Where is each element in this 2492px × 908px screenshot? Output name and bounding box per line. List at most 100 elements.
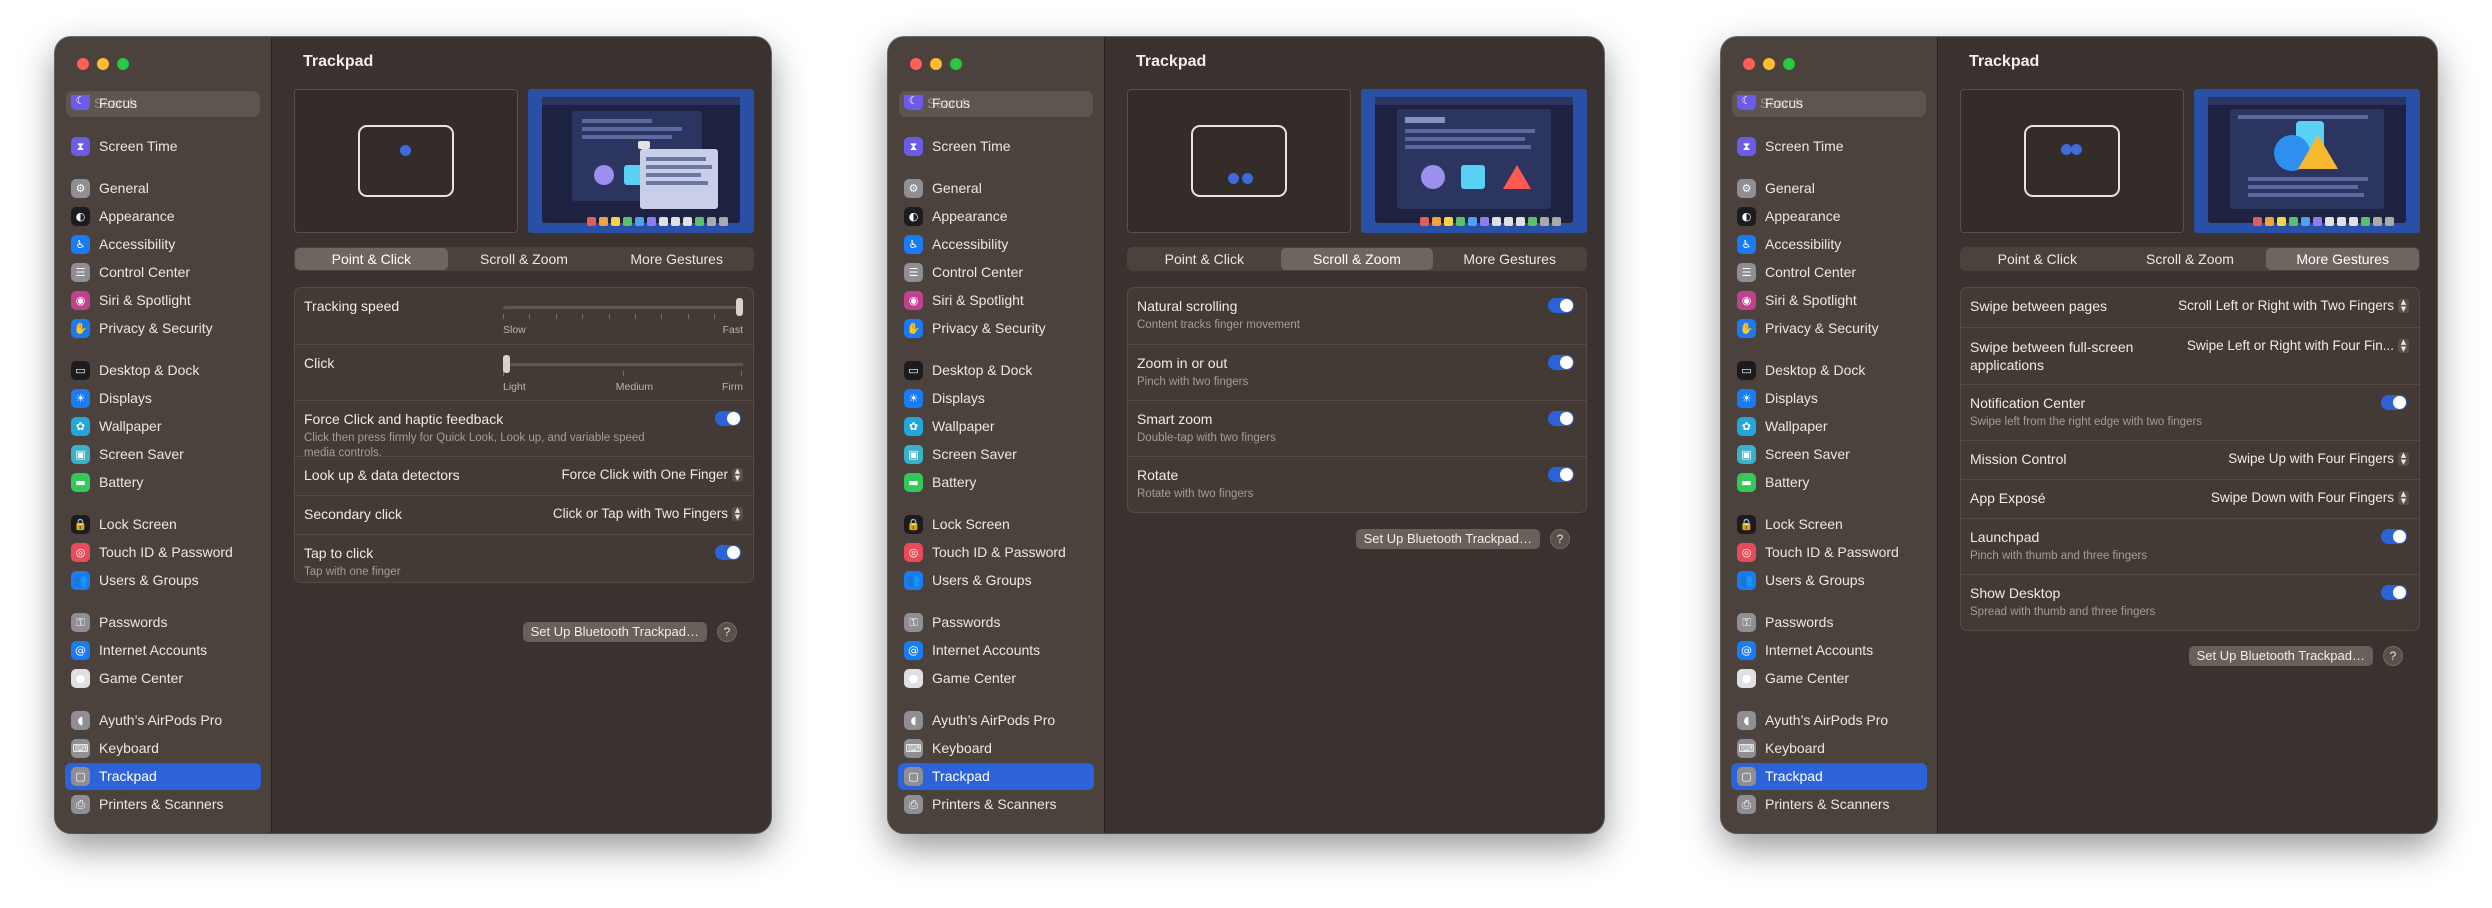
sidebar-item-trackpad[interactable]: ▢ Trackpad (65, 763, 261, 790)
sidebar-item-keyboard[interactable]: ⌨ Keyboard (65, 735, 261, 762)
sidebar-item-appearance[interactable]: ◐ Appearance (65, 203, 261, 230)
tab-more-gestures[interactable]: More Gestures (600, 248, 753, 270)
app-expose-popup[interactable]: Swipe Down with Four Fingers ▲ ▼ (2211, 489, 2409, 507)
tracking-speed-slider[interactable]: Slow Fast (503, 298, 743, 336)
swipe-apps-popup[interactable]: Swipe Left or Right with Four Fin... ▲ ▼ (2187, 337, 2409, 355)
sidebar-item-general[interactable]: ⚙ General (898, 175, 1094, 202)
minimize-button[interactable] (1763, 58, 1775, 70)
sidebar-item-passwords[interactable]: ⚿ Passwords (898, 609, 1094, 636)
sidebar-item-wallpaper[interactable]: ✿ Wallpaper (898, 413, 1094, 440)
click-knob[interactable] (503, 355, 510, 373)
tab-scroll-zoom[interactable]: Scroll & Zoom (448, 248, 601, 270)
sidebar-item-general[interactable]: ⚙ General (65, 175, 261, 202)
sidebar-item-keyboard[interactable]: ⌨ Keyboard (1731, 735, 1927, 762)
close-button[interactable] (77, 58, 89, 70)
close-button[interactable] (1743, 58, 1755, 70)
notification-center-toggle[interactable] (2381, 395, 2407, 410)
sidebar-item-accessibility[interactable]: ♿ Accessibility (898, 231, 1094, 258)
tap-to-click-toggle[interactable] (715, 545, 741, 560)
mission-control-popup[interactable]: Swipe Up with Four Fingers ▲ ▼ (2228, 450, 2409, 468)
lookup-popup[interactable]: Force Click with One Finger ▲ ▼ (561, 466, 743, 484)
tab-scroll-zoom[interactable]: Scroll & Zoom (1280, 248, 1434, 270)
swipe-pages-popup[interactable]: Scroll Left or Right with Two Fingers ▲ ▼ (2178, 297, 2409, 315)
sidebar-item-desktop-dock[interactable]: ▭ Desktop & Dock (898, 357, 1094, 384)
smart-zoom-toggle[interactable] (1548, 411, 1574, 426)
sidebar-item-users-groups[interactable]: 👥 Users & Groups (898, 567, 1094, 594)
help-button[interactable]: ? (717, 622, 737, 642)
sidebar-item-internet-accounts[interactable]: @ Internet Accounts (1731, 637, 1927, 664)
sidebar-item-trackpad[interactable]: ▢ Trackpad (1731, 763, 1927, 790)
help-button[interactable]: ? (2383, 646, 2403, 666)
rotate-toggle[interactable] (1548, 467, 1574, 482)
sidebar-item-battery[interactable]: ▬ Battery (898, 469, 1094, 496)
secondary-click-popup[interactable]: Click or Tap with Two Fingers ▲ ▼ (553, 505, 743, 523)
sidebar-item-battery[interactable]: ▬ Battery (1731, 469, 1927, 496)
sidebar-item-desktop-dock[interactable]: ▭ Desktop & Dock (1731, 357, 1927, 384)
zoom-toggle[interactable] (1548, 355, 1574, 370)
tab-point-click[interactable]: Point & Click (295, 248, 448, 270)
sidebar-item-game-center[interactable]: ● Game Center (898, 665, 1094, 692)
sidebar-item-general[interactable]: ⚙ General (1731, 175, 1927, 202)
sidebar-item-printers-scanners[interactable]: ⎙ Printers & Scanners (898, 791, 1094, 818)
minimize-button[interactable] (97, 58, 109, 70)
sidebar-item-control-center[interactable]: ☰ Control Center (65, 259, 261, 286)
sidebar-item-focus[interactable]: ☾ Focus (898, 95, 1094, 111)
sidebar-item-screen-time[interactable]: ⧗ Screen Time (898, 133, 1094, 160)
sidebar-item-screen-time[interactable]: ⧗ Screen Time (1731, 133, 1927, 160)
sidebar-item-appearance[interactable]: ◐ Appearance (898, 203, 1094, 230)
sidebar-item-appearance[interactable]: ◐ Appearance (1731, 203, 1927, 230)
sidebar-item-accessibility[interactable]: ♿ Accessibility (65, 231, 261, 258)
sidebar-item-displays[interactable]: ☀ Displays (1731, 385, 1927, 412)
sidebar-item-lock-screen[interactable]: 🔒 Lock Screen (65, 511, 261, 538)
sidebar-item-printers-scanners[interactable]: ⎙ Printers & Scanners (65, 791, 261, 818)
zoom-button[interactable] (1783, 58, 1795, 70)
sidebar-item-users-groups[interactable]: 👥 Users & Groups (65, 567, 261, 594)
sidebar-item-focus[interactable]: ☾ Focus (1731, 95, 1927, 111)
sidebar-item-screen-saver[interactable]: ▣ Screen Saver (65, 441, 261, 468)
sidebar-item-siri-spotlight[interactable]: ◉ Siri & Spotlight (65, 287, 261, 314)
sidebar-item-touch-id-password[interactable]: ◎ Touch ID & Password (65, 539, 261, 566)
sidebar-item-internet-accounts[interactable]: @ Internet Accounts (898, 637, 1094, 664)
sidebar-item-control-center[interactable]: ☰ Control Center (898, 259, 1094, 286)
sidebar-item-printers-scanners[interactable]: ⎙ Printers & Scanners (1731, 791, 1927, 818)
sidebar-item-control-center[interactable]: ☰ Control Center (1731, 259, 1927, 286)
sidebar-item-siri-spotlight[interactable]: ◉ Siri & Spotlight (898, 287, 1094, 314)
sidebar-item-lock-screen[interactable]: 🔒 Lock Screen (898, 511, 1094, 538)
sidebar-item-displays[interactable]: ☀ Displays (898, 385, 1094, 412)
sidebar-item-keyboard[interactable]: ⌨ Keyboard (898, 735, 1094, 762)
natural-scrolling-toggle[interactable] (1548, 298, 1574, 313)
tab-more-gestures[interactable]: More Gestures (1433, 248, 1586, 270)
sidebar-item-touch-id-password[interactable]: ◎ Touch ID & Password (1731, 539, 1927, 566)
tab-more-gestures[interactable]: More Gestures (2266, 248, 2420, 270)
setup-bluetooth-trackpad-button[interactable]: Set Up Bluetooth Trackpad… (522, 622, 707, 642)
sidebar-item-accessibility[interactable]: ♿ Accessibility (1731, 231, 1927, 258)
sidebar-item-privacy-security[interactable]: ✋ Privacy & Security (898, 315, 1094, 342)
tab-point-click[interactable]: Point & Click (1128, 248, 1281, 270)
zoom-button[interactable] (117, 58, 129, 70)
sidebar-item-ayuth-s-airpods-pro[interactable]: ◖ Ayuth’s AirPods Pro (898, 707, 1094, 734)
setup-bluetooth-trackpad-button[interactable]: Set Up Bluetooth Trackpad… (1355, 529, 1540, 549)
sidebar-item-displays[interactable]: ☀ Displays (65, 385, 261, 412)
sidebar-item-screen-saver[interactable]: ▣ Screen Saver (898, 441, 1094, 468)
sidebar-item-screen-saver[interactable]: ▣ Screen Saver (1731, 441, 1927, 468)
zoom-button[interactable] (950, 58, 962, 70)
sidebar-item-screen-time[interactable]: ⧗ Screen Time (65, 133, 261, 160)
sidebar-item-wallpaper[interactable]: ✿ Wallpaper (65, 413, 261, 440)
force-click-toggle[interactable] (715, 411, 741, 426)
setup-bluetooth-trackpad-button[interactable]: Set Up Bluetooth Trackpad… (2188, 646, 2373, 666)
minimize-button[interactable] (930, 58, 942, 70)
sidebar-item-focus[interactable]: ☾ Focus (65, 95, 261, 111)
launchpad-toggle[interactable] (2381, 529, 2407, 544)
click-slider[interactable]: Light Medium Firm (503, 355, 743, 393)
sidebar-item-battery[interactable]: ▬ Battery (65, 469, 261, 496)
show-desktop-toggle[interactable] (2381, 585, 2407, 600)
sidebar-item-users-groups[interactable]: 👥 Users & Groups (1731, 567, 1927, 594)
sidebar-item-game-center[interactable]: ● Game Center (1731, 665, 1927, 692)
tracking-speed-knob[interactable] (736, 298, 743, 316)
sidebar-item-passwords[interactable]: ⚿ Passwords (1731, 609, 1927, 636)
sidebar-item-desktop-dock[interactable]: ▭ Desktop & Dock (65, 357, 261, 384)
sidebar-item-passwords[interactable]: ⚿ Passwords (65, 609, 261, 636)
sidebar-item-internet-accounts[interactable]: @ Internet Accounts (65, 637, 261, 664)
sidebar-item-ayuth-s-airpods-pro[interactable]: ◖ Ayuth’s AirPods Pro (65, 707, 261, 734)
sidebar-item-trackpad[interactable]: ▢ Trackpad (898, 763, 1094, 790)
